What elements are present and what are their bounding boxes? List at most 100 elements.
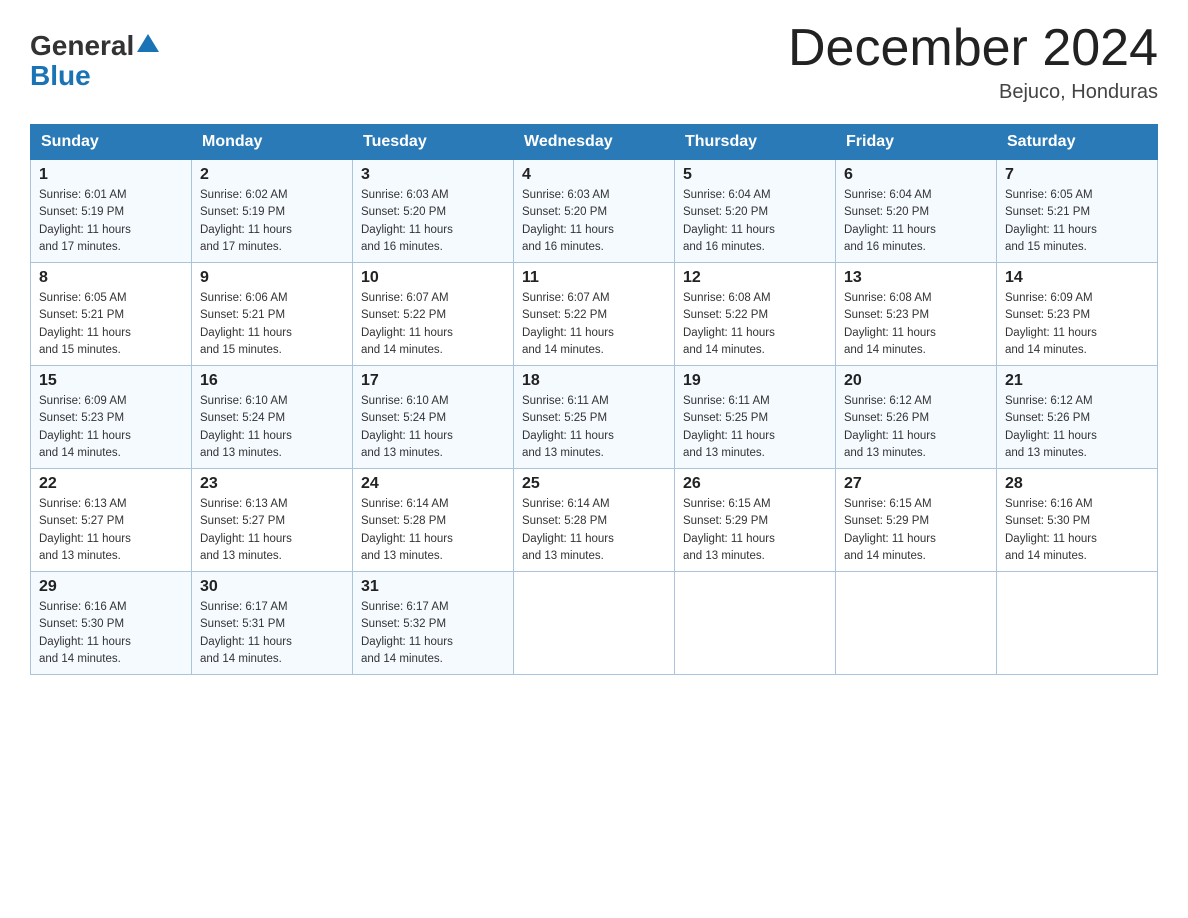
- day-info: Sunrise: 6:14 AMSunset: 5:28 PMDaylight:…: [522, 496, 666, 565]
- day-number: 10: [361, 269, 505, 287]
- day-info: Sunrise: 6:10 AMSunset: 5:24 PMDaylight:…: [361, 393, 505, 462]
- logo-triangle-icon: [137, 32, 159, 54]
- day-info: Sunrise: 6:07 AMSunset: 5:22 PMDaylight:…: [522, 290, 666, 359]
- day-info: Sunrise: 6:09 AMSunset: 5:23 PMDaylight:…: [39, 393, 183, 462]
- day-info: Sunrise: 6:13 AMSunset: 5:27 PMDaylight:…: [39, 496, 183, 565]
- calendar-cell: 6Sunrise: 6:04 AMSunset: 5:20 PMDaylight…: [836, 160, 997, 263]
- calendar-cell: 13 Sunrise: 6:08 AMSunset: 5:23 PMDayligh…: [836, 263, 997, 366]
- day-info: Sunrise: 6:02 AMSunset: 5:19 PMDaylight:…: [200, 187, 344, 256]
- day-number: 19: [683, 372, 827, 390]
- calendar-cell: 24Sunrise: 6:14 AMSunset: 5:28 PMDayligh…: [353, 469, 514, 572]
- day-info: Sunrise: 6:08 AMSunset: 5:22 PMDaylight:…: [683, 290, 827, 359]
- day-number: 5: [683, 166, 827, 184]
- calendar-cell: 30 Sunrise: 6:17 AMSunset: 5:31 PMDayligh…: [192, 572, 353, 675]
- day-number: 31: [361, 578, 505, 596]
- day-info: Sunrise: 6:11 AMSunset: 5:25 PMDaylight:…: [522, 393, 666, 462]
- day-info: Sunrise: 6:09 AMSunset: 5:23 PMDaylight:…: [1005, 290, 1149, 359]
- calendar-cell: 5 Sunrise: 6:04 AMSunset: 5:20 PMDaylight…: [675, 160, 836, 263]
- calendar-cell: 27 Sunrise: 6:15 AMSunset: 5:29 PMDayligh…: [836, 469, 997, 572]
- day-info: Sunrise: 6:06 AMSunset: 5:21 PMDaylight:…: [200, 290, 344, 359]
- day-info: Sunrise: 6:16 AMSunset: 5:30 PMDaylight:…: [1005, 496, 1149, 565]
- day-number: 26: [683, 475, 827, 493]
- calendar-cell: 31Sunrise: 6:17 AMSunset: 5:32 PMDayligh…: [353, 572, 514, 675]
- page-header: General Blue December 2024 Bejuco, Hondu…: [30, 20, 1158, 104]
- day-number: 2: [200, 166, 344, 184]
- day-number: 18: [522, 372, 666, 390]
- day-number: 11: [522, 269, 666, 287]
- calendar-cell: 16 Sunrise: 6:10 AMSunset: 5:24 PMDayligh…: [192, 366, 353, 469]
- header-thursday: Thursday: [675, 125, 836, 160]
- calendar-cell: 25Sunrise: 6:14 AMSunset: 5:28 PMDayligh…: [514, 469, 675, 572]
- day-info: Sunrise: 6:12 AMSunset: 5:26 PMDaylight:…: [1005, 393, 1149, 462]
- day-number: 23: [200, 475, 344, 493]
- logo-blue-text: Blue: [30, 60, 91, 91]
- day-info: Sunrise: 6:08 AMSunset: 5:23 PMDaylight:…: [844, 290, 988, 359]
- day-info: Sunrise: 6:15 AMSunset: 5:29 PMDaylight:…: [844, 496, 988, 565]
- calendar-week-row: 29Sunrise: 6:16 AMSunset: 5:30 PMDayligh…: [31, 572, 1158, 675]
- day-info: Sunrise: 6:10 AMSunset: 5:24 PMDaylight:…: [200, 393, 344, 462]
- day-number: 28: [1005, 475, 1149, 493]
- day-info: Sunrise: 6:03 AMSunset: 5:20 PMDaylight:…: [361, 187, 505, 256]
- calendar-cell: 21Sunrise: 6:12 AMSunset: 5:26 PMDayligh…: [997, 366, 1158, 469]
- calendar-cell: [514, 572, 675, 675]
- calendar-cell: 20 Sunrise: 6:12 AMSunset: 5:26 PMDayligh…: [836, 366, 997, 469]
- header-wednesday: Wednesday: [514, 125, 675, 160]
- day-number: 30: [200, 578, 344, 596]
- calendar-cell: 22 Sunrise: 6:13 AMSunset: 5:27 PMDayligh…: [31, 469, 192, 572]
- calendar-header-row: SundayMondayTuesdayWednesdayThursdayFrid…: [31, 125, 1158, 160]
- day-info: Sunrise: 6:07 AMSunset: 5:22 PMDaylight:…: [361, 290, 505, 359]
- day-info: Sunrise: 6:04 AMSunset: 5:20 PMDaylight:…: [683, 187, 827, 256]
- calendar-cell: 4Sunrise: 6:03 AMSunset: 5:20 PMDaylight…: [514, 160, 675, 263]
- day-number: 14: [1005, 269, 1149, 287]
- header-monday: Monday: [192, 125, 353, 160]
- calendar-cell: 11 Sunrise: 6:07 AMSunset: 5:22 PMDayligh…: [514, 263, 675, 366]
- calendar-cell: 26 Sunrise: 6:15 AMSunset: 5:29 PMDayligh…: [675, 469, 836, 572]
- day-number: 8: [39, 269, 183, 287]
- calendar-cell: 9 Sunrise: 6:06 AMSunset: 5:21 PMDaylight…: [192, 263, 353, 366]
- calendar-cell: 2 Sunrise: 6:02 AMSunset: 5:19 PMDaylight…: [192, 160, 353, 263]
- day-info: Sunrise: 6:12 AMSunset: 5:26 PMDaylight:…: [844, 393, 988, 462]
- calendar-cell: 14 Sunrise: 6:09 AMSunset: 5:23 PMDayligh…: [997, 263, 1158, 366]
- calendar-week-row: 8 Sunrise: 6:05 AMSunset: 5:21 PMDaylight…: [31, 263, 1158, 366]
- calendar-cell: 15Sunrise: 6:09 AMSunset: 5:23 PMDayligh…: [31, 366, 192, 469]
- day-info: Sunrise: 6:04 AMSunset: 5:20 PMDaylight:…: [844, 187, 988, 256]
- calendar-cell: 12Sunrise: 6:08 AMSunset: 5:22 PMDayligh…: [675, 263, 836, 366]
- day-number: 20: [844, 372, 988, 390]
- calendar-cell: 1Sunrise: 6:01 AMSunset: 5:19 PMDaylight…: [31, 160, 192, 263]
- day-info: Sunrise: 6:14 AMSunset: 5:28 PMDaylight:…: [361, 496, 505, 565]
- header-sunday: Sunday: [31, 125, 192, 160]
- day-number: 27: [844, 475, 988, 493]
- calendar-cell: 3 Sunrise: 6:03 AMSunset: 5:20 PMDaylight…: [353, 160, 514, 263]
- day-info: Sunrise: 6:05 AMSunset: 5:21 PMDaylight:…: [39, 290, 183, 359]
- day-number: 13: [844, 269, 988, 287]
- day-info: Sunrise: 6:03 AMSunset: 5:20 PMDaylight:…: [522, 187, 666, 256]
- day-number: 9: [200, 269, 344, 287]
- day-info: Sunrise: 6:16 AMSunset: 5:30 PMDaylight:…: [39, 599, 183, 668]
- calendar-cell: 8 Sunrise: 6:05 AMSunset: 5:21 PMDaylight…: [31, 263, 192, 366]
- calendar-cell: [997, 572, 1158, 675]
- month-title: December 2024: [788, 20, 1158, 77]
- day-number: 22: [39, 475, 183, 493]
- calendar-table: SundayMondayTuesdayWednesdayThursdayFrid…: [30, 124, 1158, 675]
- calendar-week-row: 15Sunrise: 6:09 AMSunset: 5:23 PMDayligh…: [31, 366, 1158, 469]
- day-number: 3: [361, 166, 505, 184]
- header-tuesday: Tuesday: [353, 125, 514, 160]
- calendar-cell: [836, 572, 997, 675]
- day-info: Sunrise: 6:13 AMSunset: 5:27 PMDaylight:…: [200, 496, 344, 565]
- calendar-cell: 17 Sunrise: 6:10 AMSunset: 5:24 PMDayligh…: [353, 366, 514, 469]
- day-info: Sunrise: 6:17 AMSunset: 5:31 PMDaylight:…: [200, 599, 344, 668]
- day-number: 7: [1005, 166, 1149, 184]
- calendar-cell: 18 Sunrise: 6:11 AMSunset: 5:25 PMDayligh…: [514, 366, 675, 469]
- calendar-week-row: 22 Sunrise: 6:13 AMSunset: 5:27 PMDayligh…: [31, 469, 1158, 572]
- day-number: 1: [39, 166, 183, 184]
- day-info: Sunrise: 6:15 AMSunset: 5:29 PMDaylight:…: [683, 496, 827, 565]
- day-info: Sunrise: 6:11 AMSunset: 5:25 PMDaylight:…: [683, 393, 827, 462]
- logo: General Blue: [30, 30, 159, 92]
- day-number: 17: [361, 372, 505, 390]
- calendar-cell: 7 Sunrise: 6:05 AMSunset: 5:21 PMDaylight…: [997, 160, 1158, 263]
- location-subtitle: Bejuco, Honduras: [788, 81, 1158, 104]
- calendar-cell: [675, 572, 836, 675]
- day-number: 16: [200, 372, 344, 390]
- day-info: Sunrise: 6:05 AMSunset: 5:21 PMDaylight:…: [1005, 187, 1149, 256]
- calendar-cell: 29Sunrise: 6:16 AMSunset: 5:30 PMDayligh…: [31, 572, 192, 675]
